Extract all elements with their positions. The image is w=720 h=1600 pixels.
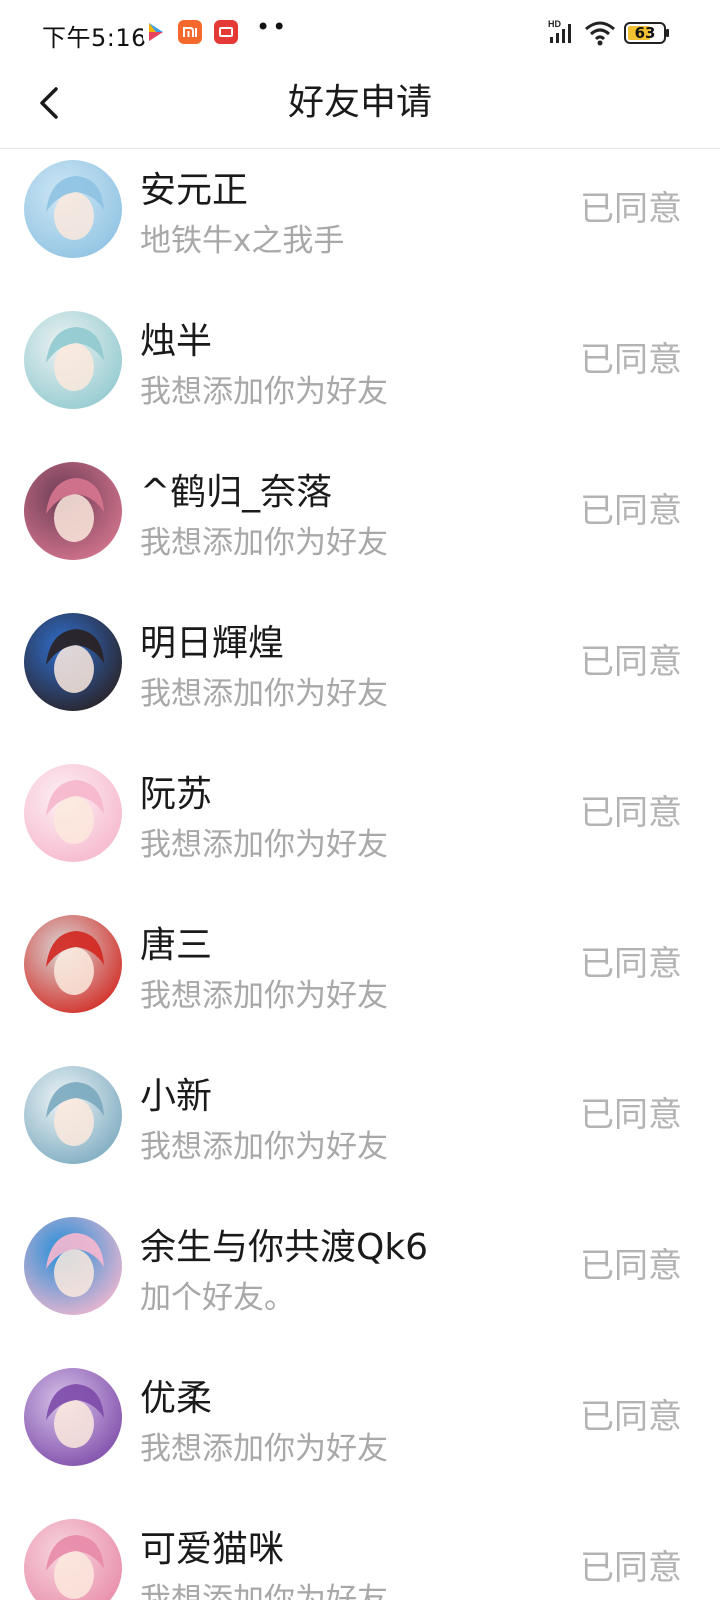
play-store-notification-icon	[143, 20, 167, 44]
app-header: 好友申请	[0, 66, 720, 149]
avatar[interactable]	[24, 613, 122, 711]
friend-request-item[interactable]: 安元正 地铁牛x之我手 已同意	[0, 149, 720, 300]
svg-text:HD: HD	[548, 19, 561, 29]
mi-store-notification-icon	[178, 20, 202, 44]
avatar[interactable]	[24, 462, 122, 560]
friend-request-list: 安元正 地铁牛x之我手 已同意 烛半 我想添加你为好友 已同意 ^鹤归_奈落 我…	[0, 149, 720, 1600]
friend-request-item[interactable]: 烛半 我想添加你为好友 已同意	[0, 300, 720, 451]
friend-name: 烛半	[140, 321, 213, 362]
friend-name: 唐三	[140, 925, 213, 966]
friend-request-item[interactable]: 明日輝煌 我想添加你为好友 已同意	[0, 602, 720, 753]
friend-request-item[interactable]: 余生与你共渡Qk6 加个好友。 已同意	[0, 1206, 720, 1357]
request-status-accepted: 已同意	[580, 340, 682, 380]
avatar[interactable]	[24, 1066, 122, 1164]
friend-name: 可爱猫咪	[140, 1529, 285, 1570]
shopping-app-notification-icon	[214, 20, 238, 44]
request-message: 我想添加你为好友	[140, 1129, 388, 1165]
request-message: 我想添加你为好友	[140, 1582, 388, 1600]
request-message: 我想添加你为好友	[140, 525, 388, 561]
avatar[interactable]	[24, 1217, 122, 1315]
friend-request-item[interactable]: 小新 我想添加你为好友 已同意	[0, 1055, 720, 1206]
page-title: 好友申请	[287, 82, 432, 123]
friend-name: 阮苏	[140, 774, 213, 815]
request-message: 我想添加你为好友	[140, 676, 388, 712]
request-status-accepted: 已同意	[580, 491, 682, 531]
friend-request-item[interactable]: 可爱猫咪 我想添加你为好友 已同意	[0, 1508, 720, 1600]
signal-hd-icon: HD	[548, 18, 578, 46]
avatar[interactable]	[24, 1519, 122, 1600]
request-message: 我想添加你为好友	[140, 978, 388, 1014]
request-message: 地铁牛x之我手	[140, 223, 345, 259]
wifi-icon	[584, 20, 618, 46]
avatar[interactable]	[24, 311, 122, 409]
request-status-accepted: 已同意	[580, 944, 682, 984]
avatar[interactable]	[24, 160, 122, 258]
friend-name: 优柔	[140, 1378, 213, 1419]
request-status-accepted: 已同意	[580, 1548, 682, 1588]
friend-request-item[interactable]: ^鹤归_奈落 我想添加你为好友 已同意	[0, 451, 720, 602]
friend-request-item[interactable]: 优柔 我想添加你为好友 已同意	[0, 1357, 720, 1508]
more-notifications-indicator: ••	[256, 13, 289, 41]
request-message: 加个好友。	[140, 1280, 295, 1316]
friend-name: 小新	[140, 1076, 213, 1117]
friend-name: 余生与你共渡Qk6	[140, 1227, 429, 1268]
request-message: 我想添加你为好友	[140, 374, 388, 410]
request-status-accepted: 已同意	[580, 642, 682, 682]
request-status-accepted: 已同意	[580, 793, 682, 833]
friend-name: 明日輝煌	[140, 623, 285, 664]
request-message: 我想添加你为好友	[140, 827, 388, 863]
request-message: 我想添加你为好友	[140, 1431, 388, 1467]
status-time: 下午5:16	[42, 24, 147, 52]
request-status-accepted: 已同意	[580, 1397, 682, 1437]
friend-name: ^鹤归_奈落	[140, 472, 333, 513]
avatar[interactable]	[24, 1368, 122, 1466]
avatar[interactable]	[24, 915, 122, 1013]
friend-name: 安元正	[140, 170, 249, 211]
request-status-accepted: 已同意	[580, 189, 682, 229]
friend-request-item[interactable]: 阮苏 我想添加你为好友 已同意	[0, 753, 720, 904]
request-status-accepted: 已同意	[580, 1246, 682, 1286]
avatar[interactable]	[24, 764, 122, 862]
request-status-accepted: 已同意	[580, 1095, 682, 1135]
status-bar: 下午5:16 •• HD 63	[0, 0, 720, 66]
battery-level: 63	[634, 24, 656, 42]
friend-request-item[interactable]: 唐三 我想添加你为好友 已同意	[0, 904, 720, 1055]
